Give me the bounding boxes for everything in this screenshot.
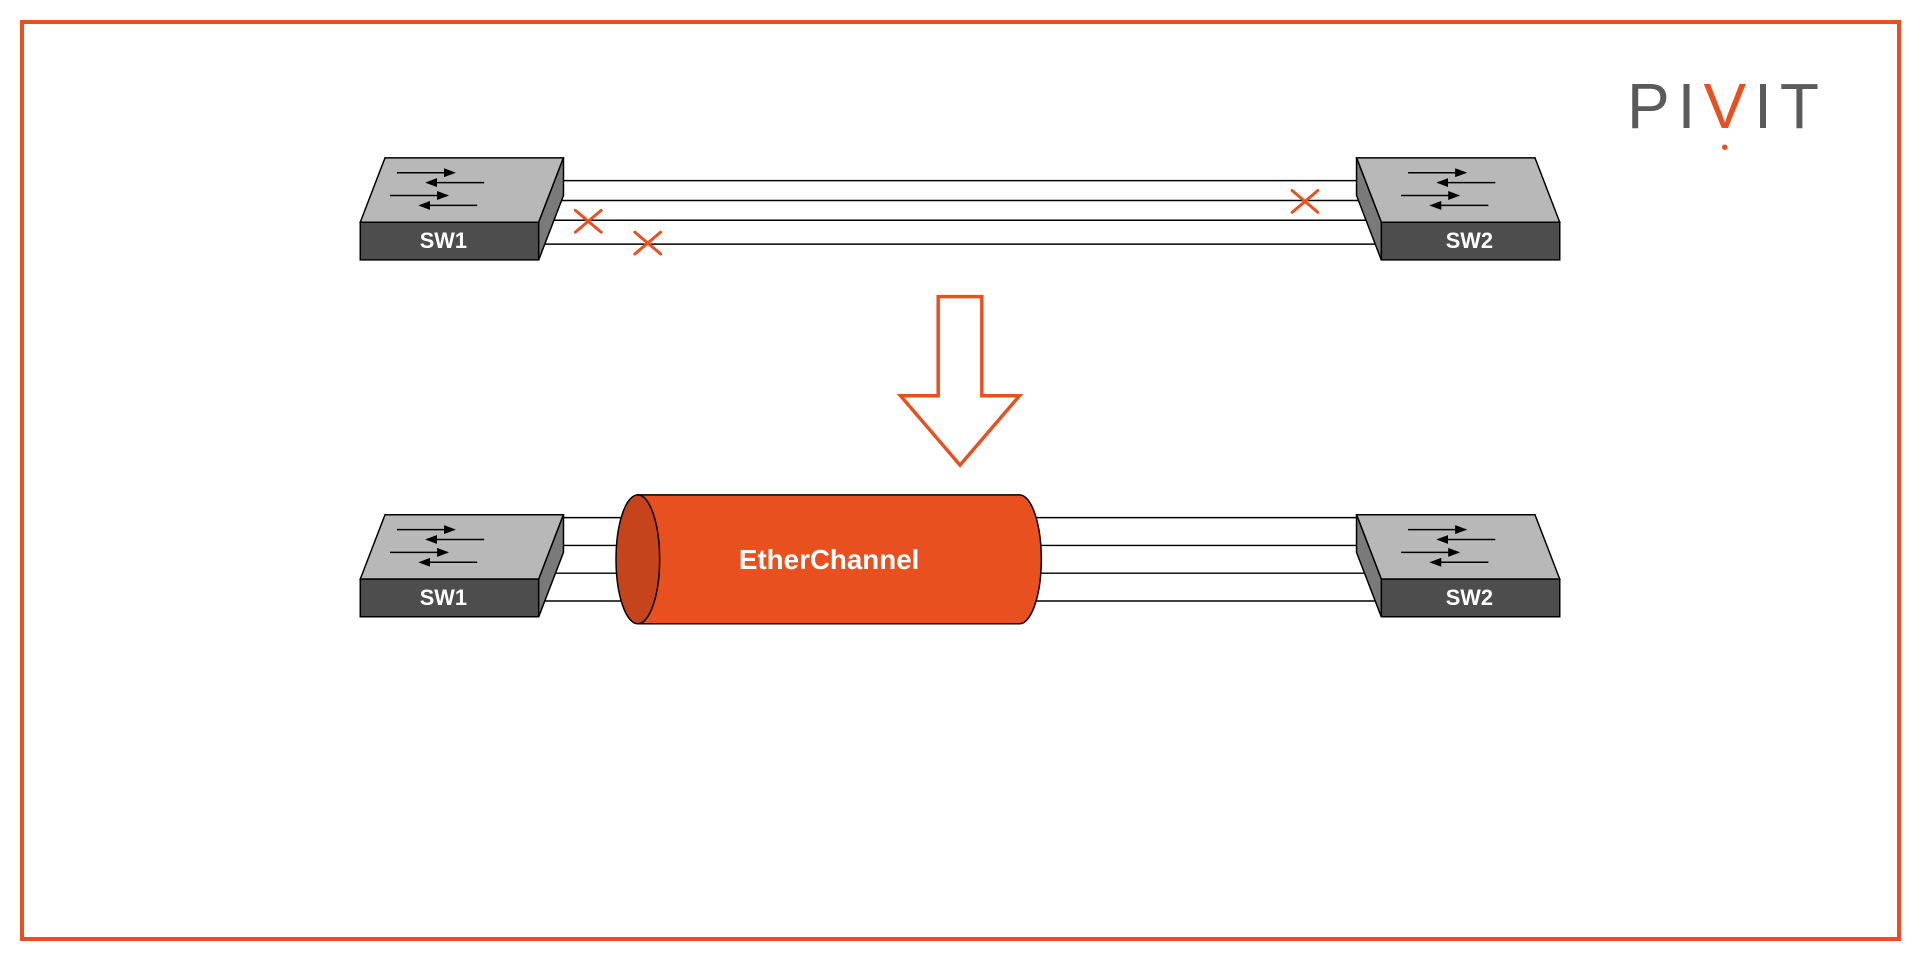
diagram-svg: SW1 SW2 xyxy=(24,24,1897,937)
switch-label: SW2 xyxy=(1446,585,1493,610)
bottom-links-right xyxy=(1019,518,1396,601)
etherchannel-cylinder: EtherChannel xyxy=(616,495,1041,624)
switch-label: SW1 xyxy=(420,585,467,610)
top-links xyxy=(524,181,1396,244)
etherchannel-label: EtherChannel xyxy=(739,544,919,575)
down-arrow-icon xyxy=(901,297,1020,466)
switch-label: SW1 xyxy=(420,228,467,253)
switch-sw1-top: SW1 xyxy=(360,158,563,260)
blocked-x-icon xyxy=(635,232,661,254)
diagram-frame: PIV•IT xyxy=(20,20,1901,941)
blocked-x-icon xyxy=(575,210,601,232)
blocked-x-icon xyxy=(1292,191,1318,213)
switch-sw1-bottom: SW1 xyxy=(360,515,563,617)
switch-sw2-bottom: SW2 xyxy=(1357,515,1560,617)
switch-label: SW2 xyxy=(1446,228,1493,253)
switch-sw2-top: SW2 xyxy=(1357,158,1560,260)
